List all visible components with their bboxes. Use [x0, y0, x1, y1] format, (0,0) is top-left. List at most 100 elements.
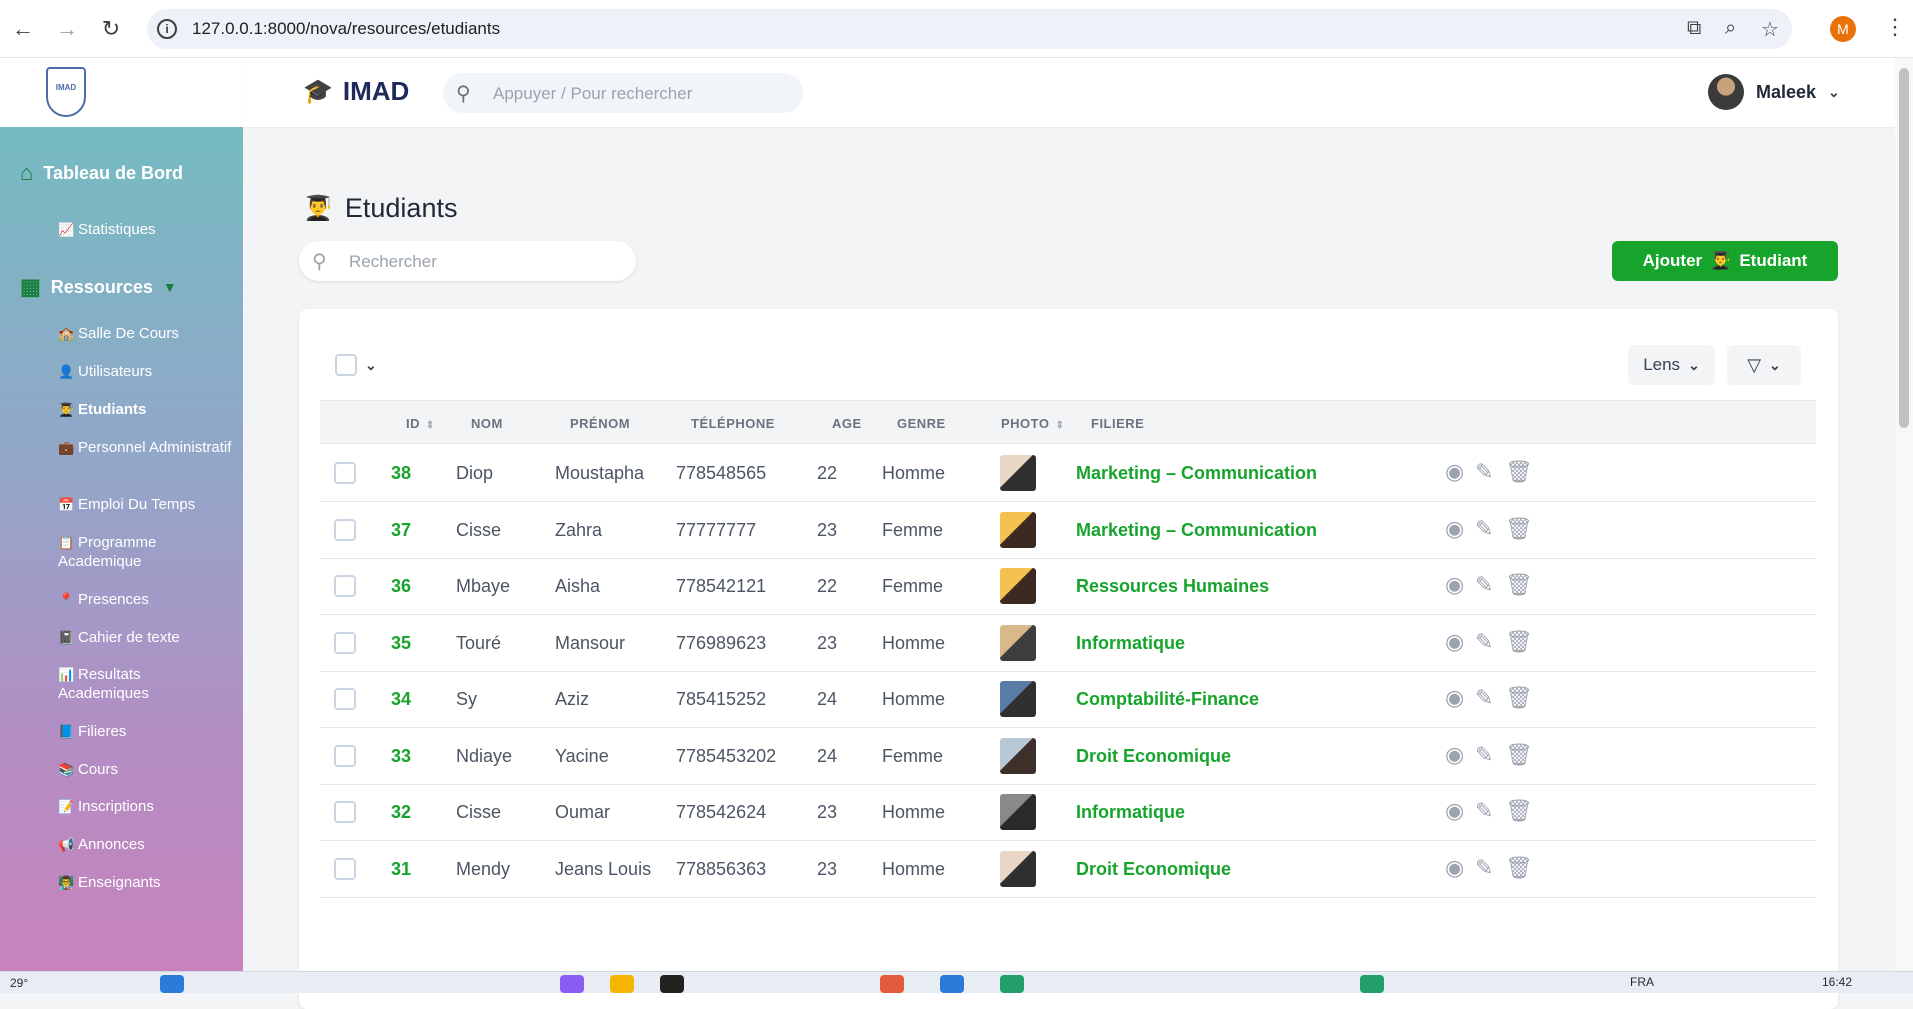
cell-id[interactable]: 37 [391, 520, 411, 541]
view-icon[interactable]: ◉ [1445, 798, 1464, 824]
sort-icon[interactable]: ⇕ [1056, 420, 1065, 431]
row-checkbox[interactable] [334, 688, 356, 710]
student-photo[interactable] [1000, 794, 1036, 830]
school-logo[interactable]: IMAD [46, 67, 86, 117]
sidebar-item-inscriptions[interactable]: 📝 Inscriptions [58, 797, 233, 816]
delete-icon[interactable]: 🗑 [1505, 798, 1533, 824]
sidebar-item-resultats-academiques[interactable]: 📊 Resultats Academiques [58, 665, 233, 703]
delete-icon[interactable]: 🗑 [1505, 516, 1533, 542]
edit-icon[interactable]: ✎ [1475, 742, 1493, 768]
filter-dropdown[interactable]: ▽ ⌄ [1727, 345, 1801, 385]
folder-icon[interactable] [610, 975, 634, 993]
cell-id[interactable]: 31 [391, 859, 411, 880]
row-checkbox[interactable] [334, 575, 356, 597]
table-row[interactable]: 33 Ndiaye Yacine 7785453202 24 Femme Droit Eco… [320, 728, 1816, 785]
sidebar-item-personnel-administratif[interactable]: 💼 Personnel Administratif [58, 438, 233, 457]
cell-id[interactable]: 38 [391, 463, 411, 484]
table-row[interactable]: 34 Sy Aziz 785415252 24 Homme Comptabilité-Fin… [320, 671, 1816, 728]
cell-filiere[interactable]: Informatique [1076, 802, 1185, 823]
sidebar-item-filieres[interactable]: 📘 Filieres [58, 722, 233, 741]
view-icon[interactable]: ◉ [1445, 685, 1464, 711]
sidebar-item-enseignants[interactable]: 👨‍🏫 Enseignants [58, 873, 233, 892]
row-checkbox[interactable] [334, 744, 356, 767]
sidebar-resources-toggle[interactable]: ▦ Ressources ▼ [20, 274, 177, 300]
edit-icon[interactable]: ✎ [1475, 798, 1493, 824]
cell-id[interactable]: 32 [391, 802, 411, 823]
lens-dropdown[interactable]: Lens ⌄ [1628, 345, 1715, 385]
cell-filiere[interactable]: Marketing – Communication [1076, 463, 1317, 484]
cell-filiere[interactable]: Marketing – Communication [1076, 520, 1317, 541]
user-menu[interactable]: Maleek ⌄ [1708, 74, 1840, 110]
sidebar-dashboard[interactable]: ⌂ Tableau de Bord [20, 160, 183, 186]
cell-filiere[interactable]: Droit Economique [1076, 859, 1231, 880]
page-scrollbar[interactable] [1895, 58, 1913, 971]
table-row[interactable]: 38 Diop Moustapha 778548565 22 Homme Marketing… [320, 445, 1816, 502]
cell-filiere[interactable]: Informatique [1076, 633, 1185, 654]
sidebar-item-utilisateurs[interactable]: 👤 Utilisateurs [58, 362, 233, 381]
chrome-icon[interactable] [880, 975, 904, 993]
brand[interactable]: 🎓 IMAD [303, 76, 409, 107]
scrollbar-thumb[interactable] [1899, 68, 1909, 428]
student-photo[interactable] [1000, 624, 1036, 661]
url-text[interactable]: 127.0.0.1:8000/nova/resources/etudiants [192, 19, 500, 39]
resource-search-input[interactable]: ⚲ Rechercher [299, 241, 636, 281]
cell-id[interactable]: 36 [391, 576, 411, 597]
edit-icon[interactable]: ✎ [1475, 685, 1493, 711]
column-header-id[interactable]: ID ⇕ [406, 416, 435, 431]
view-icon[interactable]: ◉ [1445, 459, 1464, 485]
row-checkbox[interactable] [334, 857, 356, 880]
delete-icon[interactable]: 🗑 [1505, 855, 1533, 881]
sidebar-item-annonces[interactable]: 📢 Annonces [58, 835, 233, 854]
row-checkbox[interactable] [334, 462, 356, 484]
table-row[interactable]: 37 Cisse Zahra 77777777 23 Femme Marketing – C… [320, 502, 1816, 559]
student-photo[interactable] [1000, 681, 1036, 717]
app-icon[interactable] [1360, 975, 1384, 993]
bookmark-star-icon[interactable]: ☆ [1761, 17, 1779, 42]
student-photo[interactable] [1000, 511, 1036, 548]
table-row[interactable]: 36 Mbaye Aisha 778542121 22 Femme Ressources H… [320, 558, 1816, 615]
view-icon[interactable]: ◉ [1445, 629, 1464, 655]
select-all-control[interactable]: ⌄ [335, 354, 377, 376]
edit-icon[interactable]: ✎ [1475, 459, 1493, 485]
view-icon[interactable]: ◉ [1445, 516, 1464, 542]
cell-id[interactable]: 33 [391, 746, 411, 767]
delete-icon[interactable]: 🗑 [1505, 629, 1533, 655]
view-icon[interactable]: ◉ [1445, 742, 1464, 768]
delete-icon[interactable]: 🗑 [1505, 742, 1533, 768]
edit-icon[interactable]: ✎ [1475, 629, 1493, 655]
weather-widget[interactable]: 29° [10, 976, 28, 990]
language-indicator[interactable]: FRA [1630, 975, 1654, 989]
address-bar[interactable]: i 127.0.0.1:8000/nova/resources/etudiant… [147, 9, 1792, 49]
delete-icon[interactable]: 🗑 [1505, 572, 1533, 598]
global-search-input[interactable]: ⚲ Appuyer / Pour rechercher [443, 73, 803, 113]
sidebar-item-etudiants[interactable]: 👨‍🎓 Etudiants [58, 400, 233, 419]
forward-icon[interactable]: → [54, 16, 80, 42]
sidebar-item-cahier-de-texte[interactable]: 📓 Cahier de texte [58, 628, 233, 647]
chevron-down-icon[interactable]: ⌄ [365, 357, 377, 374]
sidebar-item-emploi-du-temps[interactable]: 📅 Emploi Du Temps [58, 495, 233, 514]
translate-icon[interactable]: ⧉ [1687, 17, 1701, 40]
column-header-photo[interactable]: PHOTO ⇕ [1001, 416, 1064, 431]
edit-icon[interactable]: ✎ [1475, 855, 1493, 881]
cell-filiere[interactable]: Droit Economique [1076, 746, 1231, 767]
zoom-icon[interactable]: ⌕ [1725, 17, 1736, 40]
student-photo[interactable] [1000, 850, 1036, 887]
cell-id[interactable]: 34 [391, 689, 411, 710]
student-photo[interactable] [1000, 737, 1036, 774]
sort-icon[interactable]: ⇕ [426, 420, 435, 431]
reload-icon[interactable]: ↻ [98, 16, 124, 42]
app-icon[interactable] [1000, 975, 1024, 993]
clock[interactable]: 16:42 [1822, 975, 1852, 989]
edit-icon[interactable]: ✎ [1475, 516, 1493, 542]
browser-menu-icon[interactable]: ⋮ [1884, 14, 1906, 40]
delete-icon[interactable]: 🗑 [1505, 685, 1533, 711]
student-photo[interactable] [1000, 568, 1036, 604]
row-checkbox[interactable] [334, 518, 356, 541]
row-checkbox[interactable] [334, 631, 356, 654]
cell-filiere[interactable]: Comptabilité-Finance [1076, 689, 1259, 710]
table-row[interactable]: 35 Touré Mansour 776989623 23 Homme Informatiq… [320, 615, 1816, 672]
cell-filiere[interactable]: Ressources Humaines [1076, 576, 1269, 597]
cell-id[interactable]: 35 [391, 633, 411, 654]
table-row[interactable]: 32 Cisse Oumar 778542624 23 Homme Informatique… [320, 784, 1816, 841]
view-icon[interactable]: ◉ [1445, 855, 1464, 881]
